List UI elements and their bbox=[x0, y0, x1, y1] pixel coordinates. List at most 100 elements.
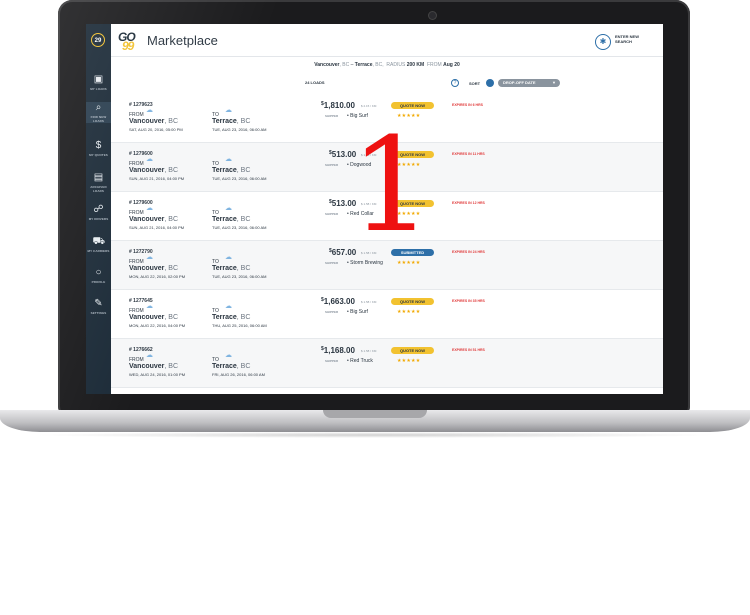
destination-city: Terrace, BC bbox=[212, 216, 250, 223]
expiry-text: EXPIRES IN 51 HRS bbox=[452, 348, 485, 352]
sidebar-item-label: FIND NEW LOADS bbox=[90, 115, 107, 123]
dropoff-date: TUE, AUG 23, 2016, 06:00 AM bbox=[212, 274, 267, 279]
sidebar-item-label: MY LOADS bbox=[90, 87, 107, 91]
shipper-name: • Big Surf bbox=[347, 309, 368, 315]
sidebar-item-settings[interactable]: ✎ SETTINGS bbox=[86, 298, 111, 315]
origin-city: Vancouver, BC bbox=[129, 118, 178, 125]
origin-city-name: Vancouver bbox=[129, 118, 165, 125]
shipper-label: SHIPPER bbox=[325, 359, 339, 363]
destination-city-name: Terrace bbox=[212, 363, 237, 370]
destination-city: Terrace, BC bbox=[212, 265, 250, 272]
webcam bbox=[429, 12, 436, 19]
dropoff-date: TUE, AUG 23, 2016, 06:00 AM bbox=[212, 225, 267, 230]
sidebar-item-profile[interactable]: ○ PROFILE bbox=[86, 267, 111, 284]
sidebar-item-label: MY QUOTES bbox=[89, 153, 108, 157]
origin-province: , BC bbox=[164, 118, 179, 125]
truck-icon: ⛟ bbox=[92, 236, 106, 247]
destination-province: , BC bbox=[236, 118, 251, 125]
new-search-button[interactable]: ✱ ENTER NEW SEARCH bbox=[595, 32, 655, 52]
sort-direction-toggle[interactable] bbox=[486, 79, 494, 87]
sidebar-item-my-drivers[interactable]: ☍ MY DRIVERS bbox=[86, 204, 111, 221]
globe-icon: ✱ bbox=[595, 34, 611, 50]
weather-icon: ☁ bbox=[225, 254, 232, 261]
help-icon[interactable]: ? bbox=[451, 79, 459, 87]
quote-now-button[interactable]: QUOTE NOW bbox=[391, 298, 434, 305]
destination-city-name: Terrace bbox=[212, 314, 237, 321]
sort-label: SORT bbox=[469, 81, 481, 86]
expiry-text: EXPIRES IN 11 HRS bbox=[452, 152, 485, 156]
weather-icon: ☁ bbox=[225, 352, 232, 359]
shipper-value: Big Surf bbox=[350, 309, 368, 315]
dropoff-date: TUE, AUG 23, 2016, 06:00 AM bbox=[212, 176, 267, 181]
origin-province: , BC bbox=[164, 363, 179, 370]
origin-city: Vancouver, BC bbox=[129, 363, 178, 370]
origin-province: , BC bbox=[164, 167, 179, 174]
filter-origin: Vancouver bbox=[314, 62, 340, 68]
weather-icon: ☁ bbox=[146, 254, 153, 261]
destination-province: , BC bbox=[236, 167, 251, 174]
origin-province: , BC bbox=[164, 216, 179, 223]
pickup-date: SUN, AUG 21, 2016, 04:00 PM bbox=[129, 176, 185, 181]
load-price: $1,663.00 bbox=[321, 297, 355, 306]
logo-text-bottom: 99 bbox=[122, 39, 134, 53]
weather-icon: ☁ bbox=[225, 107, 232, 114]
filter-from-date: Aug 20 bbox=[443, 62, 460, 68]
dropoff-date: TUE, AUG 23, 2016, 06:00 AM bbox=[212, 127, 267, 132]
destination-province: , BC bbox=[236, 216, 251, 223]
archive-icon: ▤ bbox=[93, 172, 104, 183]
search-summary[interactable]: Vancouver, BC – Terrace, BC, RADIUS 200 … bbox=[111, 62, 663, 68]
destination-province: , BC bbox=[236, 314, 251, 321]
pickup-date: WED, AUG 24, 2016, 01:00 PM bbox=[129, 372, 186, 377]
sidebar-item-label: MY DRIVERS bbox=[88, 217, 109, 221]
shipper-label: SHIPPER bbox=[325, 114, 339, 118]
destination-city: Terrace, BC bbox=[212, 314, 250, 321]
origin-city-name: Vancouver bbox=[129, 363, 165, 370]
origin-city-name: Vancouver bbox=[129, 314, 165, 321]
load-row[interactable]: # 1276662 FROM ☁ Vancouver, BC WED, AUG 24, … bbox=[111, 339, 663, 388]
shipper-label: SHIPPER bbox=[325, 261, 339, 265]
destination-city-name: Terrace bbox=[212, 167, 237, 174]
expiry-text: EXPIRES IN 12 HRS bbox=[452, 201, 485, 205]
price-value: 1,663.00 bbox=[323, 297, 355, 306]
destination-city: Terrace, BC bbox=[212, 167, 250, 174]
price-value: 1,168.00 bbox=[323, 346, 355, 355]
sidebar-item-my-quotes[interactable]: $ MY QUOTES bbox=[86, 140, 111, 157]
header-divider bbox=[111, 56, 663, 57]
destination-city-name: Terrace bbox=[212, 216, 237, 223]
shipper-name: • Red Truck bbox=[347, 358, 373, 364]
new-search-label: ENTER NEW SEARCH bbox=[615, 34, 639, 44]
expiry-text: EXPIRES IN 24 HRS bbox=[452, 250, 485, 254]
sidebar-item-archived-loads[interactable]: ▤ ARCHIVED LOADS bbox=[86, 172, 111, 193]
quote-now-button[interactable]: QUOTE NOW bbox=[391, 102, 434, 109]
quote-now-button[interactable]: QUOTE NOW bbox=[391, 347, 434, 354]
expiry-text: EXPIRES IN 6 HRS bbox=[452, 103, 483, 107]
expiry-text: EXPIRES IN 35 HRS bbox=[452, 299, 485, 303]
sort-select[interactable]: DROP-OFF DATE ▼ bbox=[498, 79, 560, 87]
origin-city-name: Vancouver bbox=[129, 265, 165, 272]
sidebar-item-my-loads[interactable]: ▣ MY LOADS bbox=[86, 74, 111, 91]
page-title: Marketplace bbox=[147, 33, 218, 48]
origin-city: Vancouver, BC bbox=[129, 265, 178, 272]
destination-city-name: Terrace bbox=[212, 265, 237, 272]
shipper-label: SHIPPER bbox=[325, 212, 339, 216]
load-row[interactable]: # 1277645 FROM ☁ Vancouver, BC MON, AUG 22, … bbox=[111, 290, 663, 339]
origin-province: , BC bbox=[164, 265, 179, 272]
pickup-date: MON, AUG 22, 2016, 02:00 PM bbox=[129, 274, 186, 279]
filter-destination-prov: , BC, bbox=[372, 62, 384, 68]
origin-city: Vancouver, BC bbox=[129, 216, 178, 223]
sidebar-item-label: PROFILE bbox=[91, 280, 106, 284]
destination-province: , BC bbox=[236, 363, 251, 370]
shipper-label: SHIPPER bbox=[325, 163, 339, 167]
sidebar-item-find-new-loads[interactable]: ⌕ FIND NEW LOADS bbox=[86, 102, 111, 123]
shipper-value: Red Truck bbox=[350, 358, 373, 364]
filter-radius: 200 KM bbox=[406, 62, 425, 68]
pickup-date: MON, AUG 22, 2016, 04:00 PM bbox=[129, 323, 186, 328]
step-number-overlay: 1 bbox=[350, 109, 433, 261]
rate-per-km: $ 2.15 / KM bbox=[361, 104, 377, 108]
shipper-rating: ★★★★★ bbox=[397, 309, 421, 315]
destination-city-name: Terrace bbox=[212, 118, 237, 125]
go99-logo[interactable]: GO 99 bbox=[118, 30, 142, 53]
sidebar-item-my-carriers[interactable]: ⛟ MY CARRIERS bbox=[86, 236, 111, 253]
sort-select-value: DROP-OFF DATE bbox=[503, 80, 536, 85]
notification-badge[interactable]: 29 bbox=[91, 33, 105, 47]
